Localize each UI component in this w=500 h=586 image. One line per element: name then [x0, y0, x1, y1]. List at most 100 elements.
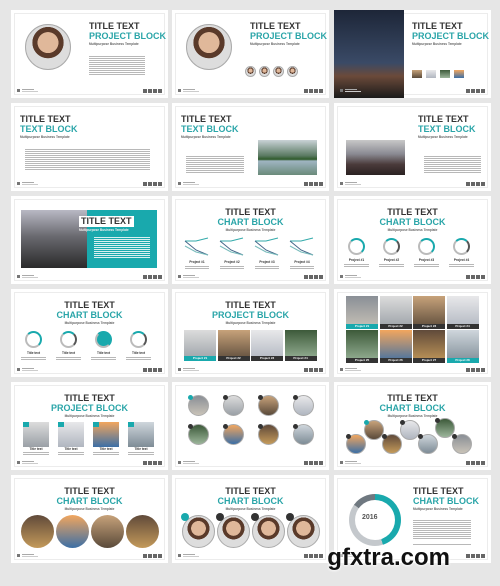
- facebook-icon[interactable]: [304, 182, 308, 186]
- linkedin-icon[interactable]: [158, 89, 162, 93]
- linkedin-icon[interactable]: [481, 368, 485, 372]
- slide-thumbnail-16[interactable]: TITLE TEXT CHART BLOCK Multipurpose Busine…: [11, 475, 168, 563]
- linkedin-icon[interactable]: [481, 182, 485, 186]
- twitter-icon[interactable]: [148, 182, 152, 186]
- twitter-icon[interactable]: [471, 461, 475, 465]
- facebook-icon[interactable]: [304, 554, 308, 558]
- slide-thumbnail-14[interactable]: [172, 382, 329, 470]
- google-icon[interactable]: [153, 368, 157, 372]
- progress-ring-2: [383, 238, 400, 255]
- facebook-icon[interactable]: [466, 89, 470, 93]
- slide-title: TITLE TEXT: [225, 300, 276, 310]
- slide-thumbnail-11[interactable]: TITLE TEXT PROJECT BLOCK Multipurpose Busi…: [172, 289, 329, 377]
- slide-title: TITLE TEXT: [64, 393, 115, 403]
- twitter-icon[interactable]: [148, 275, 152, 279]
- linkedin-icon[interactable]: [481, 461, 485, 465]
- linkedin-icon[interactable]: [481, 275, 485, 279]
- google-icon[interactable]: [153, 461, 157, 465]
- facebook-icon[interactable]: [143, 182, 147, 186]
- twitter-icon[interactable]: [471, 368, 475, 372]
- facebook-icon[interactable]: [304, 461, 308, 465]
- google-icon[interactable]: [476, 182, 480, 186]
- twitter-icon[interactable]: [309, 275, 313, 279]
- facebook-icon[interactable]: [143, 275, 147, 279]
- twitter-icon[interactable]: [471, 89, 475, 93]
- twitter-icon[interactable]: [471, 275, 475, 279]
- facebook-icon[interactable]: [466, 554, 470, 558]
- linkedin-icon[interactable]: [319, 275, 323, 279]
- facebook-icon[interactable]: [304, 275, 308, 279]
- google-icon[interactable]: [153, 89, 157, 93]
- slide-thumbnail-3[interactable]: TITLE TEXT PROJECT BLOCK Multipurpose Busi…: [334, 10, 491, 98]
- google-icon[interactable]: [314, 182, 318, 186]
- twitter-icon[interactable]: [309, 368, 313, 372]
- slide-thumbnail-10[interactable]: TITLE TEXT CHART BLOCK Multipurpose Busine…: [11, 289, 168, 377]
- linkedin-icon[interactable]: [158, 554, 162, 558]
- facebook-icon[interactable]: [466, 275, 470, 279]
- google-icon[interactable]: [476, 461, 480, 465]
- google-icon[interactable]: [476, 275, 480, 279]
- progress-ring-1: [25, 331, 42, 348]
- linkedin-icon[interactable]: [319, 368, 323, 372]
- linkedin-icon[interactable]: [158, 368, 162, 372]
- linkedin-icon[interactable]: [158, 275, 162, 279]
- thumbnail-photo: [440, 70, 450, 78]
- facebook-icon[interactable]: [143, 89, 147, 93]
- linkedin-icon[interactable]: [481, 89, 485, 93]
- linkedin-icon[interactable]: [481, 554, 485, 558]
- footer-logo: [17, 461, 39, 464]
- linkedin-icon[interactable]: [319, 89, 323, 93]
- twitter-icon[interactable]: [309, 89, 313, 93]
- google-icon[interactable]: [153, 275, 157, 279]
- twitter-icon[interactable]: [471, 182, 475, 186]
- google-icon[interactable]: [476, 368, 480, 372]
- linkedin-icon[interactable]: [158, 182, 162, 186]
- twitter-icon[interactable]: [148, 554, 152, 558]
- google-icon[interactable]: [314, 89, 318, 93]
- linkedin-icon[interactable]: [319, 182, 323, 186]
- slide-thumbnail-5[interactable]: TITLE TEXT TEXT BLOCK Multipurpose Busines…: [172, 103, 329, 191]
- facebook-icon[interactable]: [466, 461, 470, 465]
- slide-thumbnail-15[interactable]: TITLE TEXT CHART BLOCK Multipurpose Busine…: [334, 382, 491, 470]
- twitter-icon[interactable]: [309, 461, 313, 465]
- twitter-icon[interactable]: [148, 461, 152, 465]
- facebook-icon[interactable]: [466, 368, 470, 372]
- slide-thumbnail-6[interactable]: TITLE TEXT TEXT BLOCK Multipurpose Busines…: [334, 103, 491, 191]
- twitter-icon[interactable]: [309, 554, 313, 558]
- slide-thumbnail-17[interactable]: TITLE TEXT CHART BLOCK Multipurpose Busine…: [172, 475, 329, 563]
- line-chart: [184, 237, 209, 256]
- google-icon[interactable]: [314, 461, 318, 465]
- linkedin-icon[interactable]: [158, 461, 162, 465]
- slide-thumbnail-4[interactable]: TITLE TEXT TEXT BLOCK Multipurpose Busines…: [11, 103, 168, 191]
- twitter-icon[interactable]: [148, 368, 152, 372]
- facebook-icon[interactable]: [304, 89, 308, 93]
- project-label: Project #8: [446, 358, 479, 363]
- twitter-icon[interactable]: [471, 554, 475, 558]
- google-icon[interactable]: [476, 554, 480, 558]
- google-icon[interactable]: [153, 554, 157, 558]
- facebook-icon[interactable]: [143, 554, 147, 558]
- google-icon[interactable]: [153, 182, 157, 186]
- google-icon[interactable]: [314, 368, 318, 372]
- caption-lines: [21, 356, 46, 360]
- slide-thumbnail-2[interactable]: TITLE TEXT PROJECT BLOCK Multipurpose Busi…: [172, 10, 329, 98]
- linkedin-icon[interactable]: [319, 461, 323, 465]
- slide-thumbnail-1[interactable]: TITLE TEXT PROJECT BLOCK Multipurpose Busi…: [11, 10, 168, 98]
- contact-icon: [216, 513, 224, 521]
- slide-thumbnail-13[interactable]: TITLE TEXT PROJECT BLOCK Multipurpose Busi…: [11, 382, 168, 470]
- facebook-icon[interactable]: [143, 368, 147, 372]
- slide-thumbnail-8[interactable]: TITLE TEXT CHART BLOCK Multipurpose Busine…: [172, 196, 329, 284]
- google-icon[interactable]: [314, 275, 318, 279]
- facebook-icon[interactable]: [304, 368, 308, 372]
- google-icon[interactable]: [476, 89, 480, 93]
- slide-thumbnail-9[interactable]: TITLE TEXT CHART BLOCK Multipurpose Busine…: [334, 196, 491, 284]
- linkedin-icon[interactable]: [319, 554, 323, 558]
- slide-thumbnail-7[interactable]: TITLE TEXT Multipurpose Business Template: [11, 196, 168, 284]
- item-label: Project #2: [383, 258, 400, 262]
- google-icon[interactable]: [314, 554, 318, 558]
- facebook-icon[interactable]: [143, 461, 147, 465]
- slide-thumbnail-12[interactable]: Project #1 Project #2 Project #3 Project #4…: [334, 289, 491, 377]
- twitter-icon[interactable]: [309, 182, 313, 186]
- twitter-icon[interactable]: [148, 89, 152, 93]
- facebook-icon[interactable]: [466, 182, 470, 186]
